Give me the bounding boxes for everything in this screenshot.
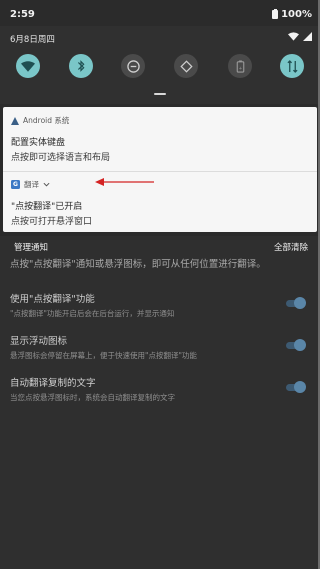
notification-text: 点按即可选择语言和布局 xyxy=(11,153,111,163)
bluetooth-tile[interactable] xyxy=(69,54,93,78)
notification-divider xyxy=(3,171,317,172)
annotation-arrow-icon xyxy=(95,178,154,186)
setting-row-floating-icon[interactable]: 显示浮动图标 悬浮图标会停留在屏幕上，便于快速使用"点按翻译"功能 xyxy=(10,333,310,361)
dnd-tile[interactable] xyxy=(121,54,145,78)
setting-subtitle: 悬浮图标会停留在屏幕上，便于快速使用"点按翻译"功能 xyxy=(10,351,197,360)
notification-panel: Android 系统 配置实体键盘 点按即可选择语言和布局 G 翻译 "点按翻译… xyxy=(3,107,317,232)
setting-subtitle: 当您点按悬浮图标时，系统会自动翻译复制的文字 xyxy=(10,393,175,402)
setting-title: 使用"点按翻译"功能 xyxy=(10,294,95,305)
status-time: 2:59 xyxy=(10,9,35,20)
do-not-disturb-icon xyxy=(126,59,140,73)
status-bar: 2:59 100% xyxy=(0,0,320,26)
setting-row-use-tap-translate[interactable]: 使用"点按翻译"功能 "点按翻译"功能开启后会在后台运行，并显示通知 xyxy=(10,291,310,319)
quick-settings-panel: 6月8日周四 + xyxy=(0,26,320,104)
notification-android-system[interactable]: Android 系统 配置实体键盘 点按即可选择语言和布局 xyxy=(3,115,317,163)
date-label: 6月8日周四 xyxy=(10,35,55,45)
notification-title: "点按翻译"已开启 xyxy=(11,202,83,212)
toggle-switch[interactable] xyxy=(284,339,306,351)
qs-status-icons xyxy=(288,32,312,41)
setting-title: 自动翻译复制的文字 xyxy=(10,378,96,389)
notification-app-name: Android 系统 xyxy=(23,116,70,125)
android-system-icon xyxy=(11,116,19,125)
battery-percentage: 100% xyxy=(281,9,312,20)
wifi-status-icon xyxy=(288,32,299,41)
chevron-down-icon[interactable] xyxy=(43,180,50,189)
manage-notifications-button[interactable]: 管理通知 xyxy=(14,241,48,253)
notification-app-row: G 翻译 xyxy=(11,179,317,190)
translate-app-icon: G xyxy=(11,180,20,189)
notification-text: 点按可打开悬浮窗口 xyxy=(11,217,93,227)
setting-subtitle: "点按翻译"功能开启后会在后台运行，并显示通知 xyxy=(10,309,175,318)
setting-title: 显示浮动图标 xyxy=(10,336,68,347)
notification-app-row: Android 系统 xyxy=(11,115,317,126)
battery-icon xyxy=(272,8,279,19)
battery-saver-icon: + xyxy=(236,59,244,73)
bluetooth-icon xyxy=(77,60,85,72)
notification-footer: 管理通知 全部清除 xyxy=(0,236,320,253)
signal-icon xyxy=(303,32,312,41)
background-description: 点按"点按翻译"通知或悬浮图标，即可从任何位置进行翻译。 xyxy=(10,259,266,270)
data-transfer-tile[interactable] xyxy=(280,54,304,78)
notification-app-name: 翻译 xyxy=(24,180,39,189)
svg-text:+: + xyxy=(238,65,242,71)
auto-rotate-icon xyxy=(179,59,193,73)
notification-translate[interactable]: G 翻译 "点按翻译"已开启 点按可打开悬浮窗口 xyxy=(3,179,317,227)
expand-handle[interactable] xyxy=(154,93,166,95)
toggle-switch[interactable] xyxy=(284,381,306,393)
setting-row-auto-translate[interactable]: 自动翻译复制的文字 当您点按悬浮图标时，系统会自动翻译复制的文字 xyxy=(10,375,310,403)
status-indicators: 100% xyxy=(272,8,312,20)
wifi-tile[interactable] xyxy=(16,54,40,78)
notification-title: 配置实体键盘 xyxy=(11,138,66,148)
clear-all-button[interactable]: 全部清除 xyxy=(274,241,308,253)
wifi-icon xyxy=(21,60,35,72)
data-transfer-icon xyxy=(286,59,298,73)
auto-rotate-tile[interactable] xyxy=(174,54,198,78)
toggle-switch[interactable] xyxy=(284,297,306,309)
battery-saver-tile[interactable]: + xyxy=(228,54,252,78)
